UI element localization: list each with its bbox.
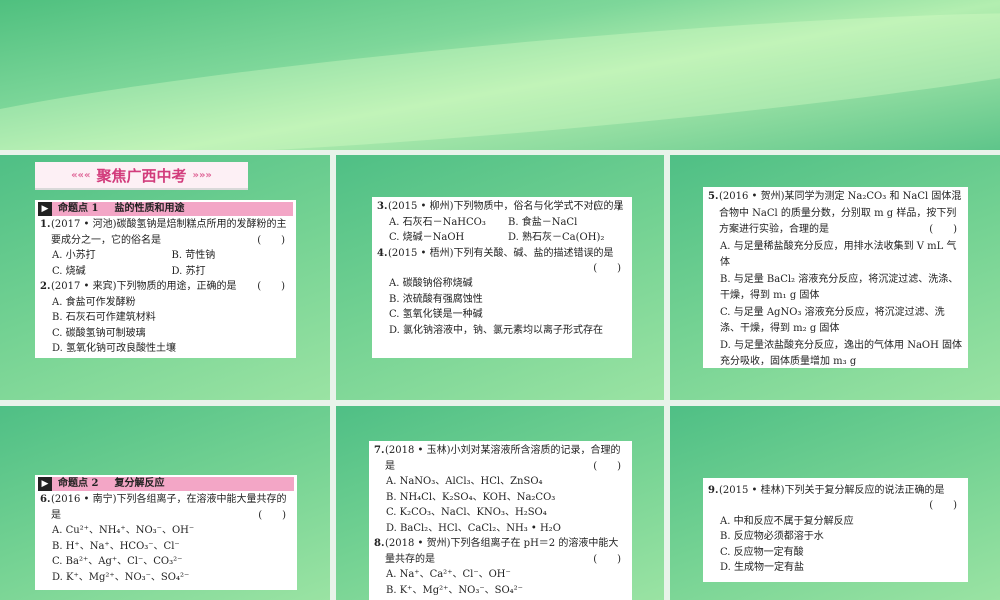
option: D. 氯化钠溶液中，钠、氯元素均以离子形式存在 [389,324,604,336]
question-5: 5. (2016 • 贺州)某同学为测定 Na₂CO₃ 和 NaCl 固体混合物中… [708,189,963,239]
text: 9. [708,485,719,496]
text: 5. [708,191,719,202]
text: (2018 • 贺州)下列各组离子在 pH＝2 的溶液中能大量共存的是 [385,538,619,565]
text: ( ) [257,234,285,246]
text: (2017 • 河池)碳酸氢钠是焙制糕点所用的发酵粉的主要成分之一，它的俗名是 [51,219,287,246]
option: A. 与足量稀盐酸充分反应，用排水法收集到 V mL 气体 [720,240,957,269]
text: 2. [40,281,51,292]
question-box-6: 9. (2015 • 桂林)下列关于复分解反应的说法正确的是 ( ) A. 中和反应… [703,478,968,582]
option: C. K₂CO₃、NaCl、KNO₃、H₂SO₄ [386,507,547,518]
option: A. 小苏打 [52,250,96,261]
question-1: 1. (2017 • 河池)碳酸氢钠是焙制糕点所用的发酵粉的主要成分之一，它的俗名… [40,217,291,248]
text: ( ) [258,509,286,521]
text: (2015 • 桂林)下列关于复分解反应的说法正确的是 [719,485,945,496]
text: 3. [377,201,388,212]
option: A. 中和反应不属于复分解反应 [720,515,854,527]
text: 命题点 1 [58,203,99,214]
text: ( ) [257,281,285,292]
text: 7. [374,445,385,456]
option: B. NH₄Cl、K₂SO₄、KOH、Na₂CO₃ [386,491,556,503]
text: 复分解反应 [114,478,165,489]
question-7: 7. (2018 • 玉林)小刘对某溶液所含溶质的记录，合理的是( ) [374,443,627,474]
question-box-5: 7. (2018 • 玉林)小刘对某溶液所含溶质的记录，合理的是( ) A. Na… [369,441,632,600]
text: 4. [377,247,388,259]
section-title: ««« 聚焦广西中考 »»» [35,162,248,190]
text: (2016 • 贺州)某同学为测定 Na₂CO₃ 和 NaCl 固体混合物中 N… [719,191,962,235]
option: B. 石灰石可作建筑材料 [52,312,156,323]
text: 聚焦广西中考 [96,166,187,185]
question-box-2: 3. (2015 • 柳州)下列物质中，俗名与化学式不对应的是( ) A. 石灰石… [372,197,632,358]
text: ««« [71,169,91,181]
option: A. Na⁺、Ca²⁺、Cl⁻、OH⁻ [386,569,511,580]
topic-header: ▶ 命题点 1 盐的性质和用途 [38,202,293,216]
option: A. 食盐可作发酵粉 [52,296,136,308]
option: A. 石灰石－NaHCO₃ [389,216,486,228]
text: ( ) [929,500,957,511]
option: D. K⁺、Mg²⁺、NO₃⁻、SO₄²⁻ [52,571,190,583]
question-6: 6. (2016 • 南宁)下列各组离子，在溶液中能大量共存的是( ) [40,492,292,523]
text: (2017 • 来宾)下列物质的用途，正确的是 [51,281,237,292]
option: B. 食盐－NaCl [508,216,578,228]
text: 盐的性质和用途 [114,203,185,214]
text: ( ) [593,553,621,565]
text: ( ) [593,201,621,212]
option: D. 与足量浓盐酸充分反应，逸出的气体用 NaOH 固体充分吸收，固体质量增加 … [720,339,963,368]
option: B. 浓硫酸有强腐蚀性 [389,293,483,305]
top-banner [0,0,1000,150]
text: (2018 • 玉林)小刘对某溶液所含溶质的记录，合理的是 [385,445,621,472]
question-2: 2. (2017 • 来宾)下列物质的用途，正确的是 ( ) [40,279,291,295]
option: C. 反应物一定有酸 [720,546,804,558]
option: C. 烧碱 [52,265,86,277]
option: B. 反应物必须都溶于水 [720,531,824,542]
text: 8. [374,538,385,549]
text: ( ) [593,460,621,472]
text: ( ) [593,262,621,274]
text: (2016 • 南宁)下列各组离子，在溶液中能大量共存的是 [51,494,287,521]
option: A. NaNO₃、AlCl₃、HCl、ZnSO₄ [386,476,543,487]
question-box-1: ▶ 命题点 1 盐的性质和用途 1. (2017 • 河池)碳酸氢钠是焙制糕点所用的发… [35,200,296,358]
question-8: 8. (2018 • 贺州)下列各组离子在 pH＝2 的溶液中能大量共存的是( ) [374,536,627,567]
option: C. 氢氧化镁是一种碱 [389,309,483,320]
text: (2015 • 柳州)下列物质中，俗名与化学式不对应的是 [388,201,624,212]
text: ( ) [929,224,957,235]
option: D. 氢氧化钠可改良酸性土壤 [52,343,177,354]
option: D. 生成物一定有盐 [720,562,805,573]
option: A. Cu²⁺、NH₄⁺、NO₃⁻、OH⁻ [52,525,195,536]
question-box-4: ▶ 命题点 2 复分解反应 6. (2016 • 南宁)下列各组离子，在溶液中能大量共… [35,475,297,590]
question-4: 4. (2015 • 梧州)下列有关酸、碱、盐的描述错误的是 ( ) [377,246,627,277]
text: (2015 • 梧州)下列有关酸、碱、盐的描述错误的是 [388,247,614,259]
play-icon: ▶ [38,202,52,216]
option: A. 碳酸钠俗称烧碱 [389,278,473,289]
option: C. Ba²⁺、Ag⁺、Cl⁻、CO₃²⁻ [52,556,183,567]
text: 命题点 2 [58,478,99,489]
option: B. H⁺、Na⁺、HCO₃⁻、Cl⁻ [52,540,180,552]
option: C. 烧碱－NaOH [389,232,465,243]
question-9: 9. (2015 • 桂林)下列关于复分解反应的说法正确的是 ( ) [708,483,963,514]
text: 6. [40,494,51,505]
option: C. 与足量 AgNO₃ 溶液充分反应，将沉淀过滤、洗涤、干燥，得到 m₂ g … [720,306,945,335]
text: 1. [40,219,51,230]
text: »»» [192,169,212,181]
option: D. 苏打 [171,265,206,277]
option: D. BaCl₂、HCl、CaCl₂、NH₃ • H₂O [386,522,561,534]
option: B. K⁺、Mg²⁺、NO₃⁻、SO₄²⁻ [386,584,523,596]
option: C. 碳酸氢钠可制玻璃 [52,327,146,339]
play-icon: ▶ [38,477,52,491]
question-box-3: 5. (2016 • 贺州)某同学为测定 Na₂CO₃ 和 NaCl 固体混合物中… [703,187,968,368]
option: B. 苛性钠 [171,250,216,261]
topic-header: ▶ 命题点 2 复分解反应 [38,477,294,491]
question-3: 3. (2015 • 柳州)下列物质中，俗名与化学式不对应的是( ) [377,199,627,215]
option: B. 与足量 BaCl₂ 溶液充分反应，将沉淀过滤、洗涤、干燥，得到 m₁ g … [720,273,959,302]
option: D. 熟石灰－Ca(OH)₂ [508,232,605,243]
